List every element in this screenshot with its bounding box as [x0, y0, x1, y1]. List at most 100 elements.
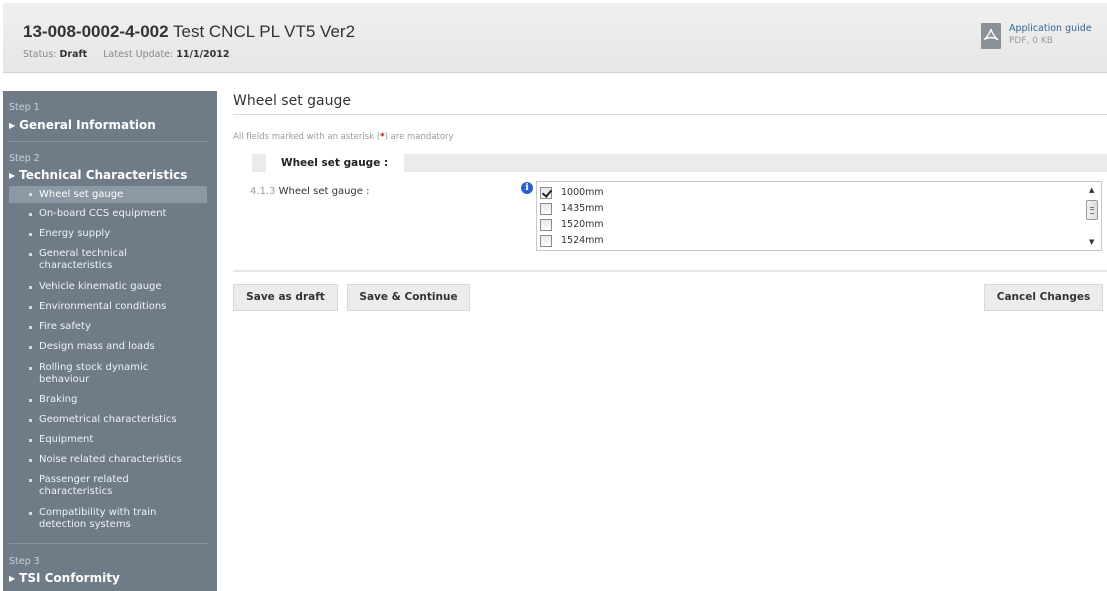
step1-label: Step 1 — [9, 102, 40, 113]
step1-link[interactable]: ▶ General Information — [3, 118, 156, 132]
bullet-icon — [29, 286, 32, 289]
info-icon[interactable]: i — [521, 182, 533, 194]
option-label: 1524mm — [561, 235, 604, 246]
sidebar-item-label: Energy supply — [39, 228, 111, 239]
sidebar-item-braking[interactable]: Braking — [9, 394, 207, 406]
mandatory-note-suffix: ) are mandatory — [384, 132, 454, 142]
sidebar-item-design-mass[interactable]: Design mass and loads — [9, 341, 207, 353]
option-label: 1435mm — [561, 203, 604, 214]
divider — [233, 114, 1107, 115]
sidebar-item-label: Geometrical characteristics — [39, 414, 177, 425]
update-label: Latest Update: — [103, 49, 174, 60]
bullet-icon — [29, 253, 32, 256]
sidebar-item-vehicle-kinematic-gauge[interactable]: Vehicle kinematic gauge — [9, 281, 207, 293]
document-status: Status: Draft Latest Update: 11/1/2012 — [23, 49, 229, 60]
status-label: Status: — [23, 49, 57, 60]
sidebar-item-label: Equipment — [39, 434, 94, 445]
triangle-right-icon: ▶ — [9, 574, 16, 583]
document-title: 13-008-0002-4-002 Test CNCL PL VT5 Ver2 — [23, 22, 355, 42]
application-guide-link[interactable]: Application guide PDF, 0 KB — [981, 23, 1103, 55]
bullet-icon — [29, 233, 32, 236]
step2-label: Step 2 — [9, 153, 40, 164]
sidebar-item-wheel-set-gauge[interactable]: Wheel set gauge — [9, 186, 207, 203]
sidebar-item-environmental-conditions[interactable]: Environmental conditions — [9, 301, 207, 313]
triangle-right-icon: ▶ — [9, 171, 16, 180]
application-guide-label: Application guide — [1009, 23, 1092, 34]
document-name: Test CNCL PL VT5 Ver2 — [172, 22, 356, 41]
sidebar-item-energy-supply[interactable]: Energy supply — [9, 228, 207, 240]
sidebar-item-fire-safety[interactable]: Fire safety — [9, 321, 207, 333]
divider — [9, 543, 209, 544]
sidebar-item-label: Passenger related characteristics — [39, 474, 129, 497]
step3-title: TSI Conformity — [19, 571, 120, 585]
sidebar-item-label: Wheel set gauge — [39, 189, 124, 200]
wheel-set-gauge-listbox[interactable]: 1000mm 1435mm 1520mm 1524mm ▲ ▼ — [536, 181, 1102, 251]
bullet-icon — [29, 439, 32, 442]
sidebar-item-passenger[interactable]: Passenger related characteristics — [9, 474, 159, 498]
wizard-sidebar: Step 1 ▶ General Information Step 2 ▶ Tech… — [3, 91, 217, 591]
sidebar-item-equipment[interactable]: Equipment — [9, 434, 207, 446]
sidebar-item-label: Fire safety — [39, 321, 91, 332]
option-label: 1000mm — [561, 187, 604, 198]
step1-title: General Information — [19, 118, 156, 132]
bullet-icon — [29, 326, 32, 329]
bullet-icon — [29, 306, 32, 309]
scroll-up-icon[interactable]: ▲ — [1089, 186, 1094, 194]
sidebar-item-label: General technical characteristics — [39, 248, 128, 271]
mandatory-note: All fields marked with an asterisk (*) a… — [233, 132, 454, 142]
scroll-thumb[interactable] — [1086, 200, 1098, 220]
checkbox[interactable] — [540, 203, 552, 215]
sidebar-item-label: Environmental conditions — [39, 301, 167, 312]
save-as-draft-button[interactable]: Save as draft — [233, 284, 338, 311]
checkbox[interactable] — [540, 235, 552, 247]
step3-link[interactable]: ▶ TSI Conformity — [3, 571, 120, 585]
sidebar-item-label: Design mass and loads — [39, 341, 155, 352]
cancel-changes-button[interactable]: Cancel Changes — [984, 284, 1103, 311]
sidebar-item-geometrical[interactable]: Geometrical characteristics — [9, 414, 207, 426]
bullet-icon — [29, 213, 32, 216]
status-value: Draft — [59, 49, 88, 60]
sidebar-item-label: Vehicle kinematic gauge — [39, 281, 162, 292]
sidebar-item-onboard-ccs[interactable]: On-board CCS equipment — [9, 208, 207, 220]
step2-title: Technical Characteristics — [19, 168, 188, 182]
scroll-down-icon[interactable]: ▼ — [1089, 238, 1094, 246]
triangle-right-icon: ▶ — [9, 121, 16, 130]
option-label: 1520mm — [561, 219, 604, 230]
sidebar-item-label: Noise related characteristics — [39, 454, 182, 465]
page-header: 13-008-0002-4-002 Test CNCL PL VT5 Ver2 … — [3, 3, 1107, 73]
divider — [9, 141, 209, 142]
bullet-icon — [29, 346, 32, 349]
sidebar-item-rolling-stock-dynamic[interactable]: Rolling stock dynamic behaviour — [9, 362, 179, 386]
sidebar-item-label: Rolling stock dynamic behaviour — [39, 362, 149, 385]
sidebar-item-noise[interactable]: Noise related characteristics — [9, 454, 207, 466]
save-and-continue-button[interactable]: Save & Continue — [347, 284, 470, 311]
pdf-icon — [981, 23, 1001, 49]
bullet-icon — [29, 512, 32, 515]
sidebar-item-general-technical[interactable]: General technical characteristics — [9, 248, 149, 272]
sidebar-item-compatibility[interactable]: Compatibility with train detection syste… — [9, 507, 169, 531]
application-guide-filesize: PDF, 0 KB — [1009, 36, 1053, 46]
sidebar-item-label: Compatibility with train detection syste… — [39, 507, 157, 530]
sidebar-item-label: On-board CCS equipment — [39, 208, 167, 219]
bullet-icon — [29, 479, 32, 482]
step2-link[interactable]: ▶ Technical Characteristics — [3, 168, 187, 182]
mandatory-note-prefix: All fields marked with an asterisk ( — [233, 132, 381, 142]
bullet-icon — [29, 459, 32, 462]
checkbox[interactable] — [540, 219, 552, 231]
sidebar-item-label: Braking — [39, 394, 78, 405]
bullet-icon — [29, 193, 32, 196]
field-label-text: Wheel set gauge : — [278, 186, 370, 197]
divider — [233, 270, 1107, 272]
document-code: 13-008-0002-4-002 — [23, 22, 169, 41]
step3-label: Step 3 — [9, 556, 40, 567]
update-value: 11/1/2012 — [176, 49, 230, 60]
listbox-scrollbar[interactable]: ▲ ▼ — [1084, 182, 1101, 250]
field-label: 4.1.3 Wheel set gauge : — [250, 186, 369, 197]
section-tab: Wheel set gauge : — [266, 154, 404, 172]
page-title: Wheel set gauge — [233, 93, 351, 109]
field-number: 4.1.3 — [250, 186, 276, 197]
checkbox[interactable] — [540, 187, 552, 199]
bullet-icon — [29, 367, 32, 370]
bullet-icon — [29, 399, 32, 402]
bullet-icon — [29, 419, 32, 422]
